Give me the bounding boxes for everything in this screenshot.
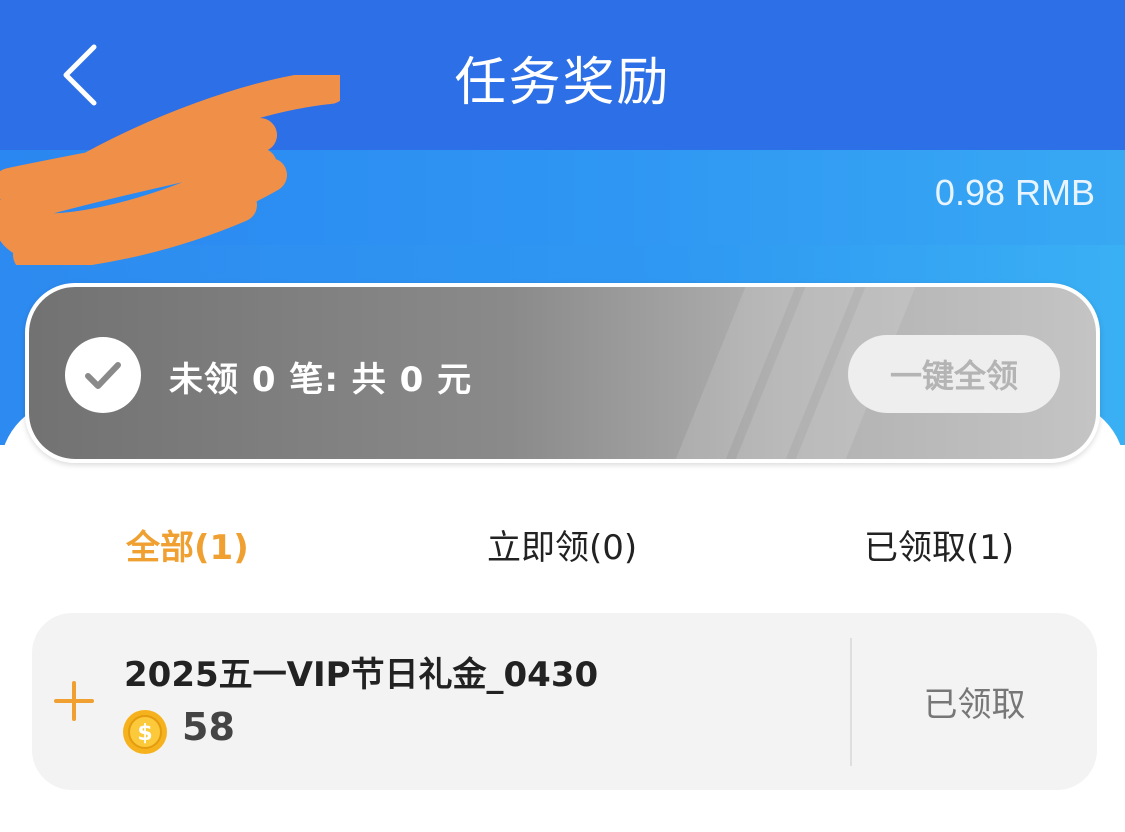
unclaimed-summary-card: 未领 0 笔: 共 0 元 一键全领 bbox=[25, 283, 1100, 463]
redaction-scribble bbox=[0, 75, 340, 265]
check-circle-icon bbox=[65, 337, 141, 413]
tab-all[interactable]: 全部(1) bbox=[126, 520, 249, 569]
gold-coin-icon: $ bbox=[123, 710, 167, 754]
claim-status: 已领取 bbox=[923, 685, 1026, 725]
reward-title: 2025五一VIP节日礼金_0430 bbox=[124, 655, 599, 695]
unclaimed-summary-text: 未领 0 笔: 共 0 元 bbox=[169, 360, 473, 400]
tab-claimed[interactable]: 已领取(1) bbox=[864, 520, 1014, 569]
tab-claim-now[interactable]: 立即领(0) bbox=[487, 520, 637, 569]
balance-amount: 0.98 RMB bbox=[934, 172, 1095, 213]
claim-all-button[interactable]: 一键全领 bbox=[848, 335, 1060, 413]
plus-icon[interactable] bbox=[54, 681, 94, 721]
reward-card[interactable]: 2025五一VIP节日礼金_0430 $ 58 已领取 bbox=[32, 613, 1097, 790]
reward-amount: 58 bbox=[182, 705, 235, 749]
svg-text:$: $ bbox=[137, 721, 152, 746]
